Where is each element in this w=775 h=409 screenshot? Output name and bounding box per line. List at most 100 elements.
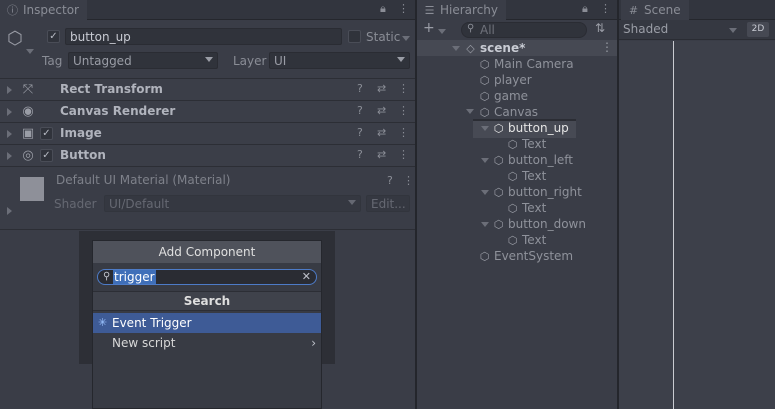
expand-arrow-icon[interactable]	[7, 108, 12, 116]
hierarchy-item-label: Text	[522, 137, 547, 151]
scene-viewport[interactable]	[619, 41, 775, 409]
chevron-down-icon	[397, 57, 405, 62]
kebab-menu-icon[interactable]: ⋮	[398, 2, 409, 15]
kebab-menu-icon[interactable]: ⋮	[600, 2, 611, 15]
scene-tab-label: Scene	[644, 3, 681, 17]
component-enabled-checkbox[interactable]: ✓	[40, 127, 53, 140]
kebab-menu-icon[interactable]: ⋮	[403, 174, 414, 187]
hierarchy-search-input[interactable]: ⚲ All	[461, 22, 587, 38]
create-dropdown-icon[interactable]	[438, 29, 446, 34]
hierarchy-item[interactable]: ⬡ Text	[506, 136, 547, 152]
shader-edit-button[interactable]: Edit...	[366, 195, 410, 212]
component-enabled-checkbox[interactable]: ✓	[40, 149, 53, 162]
eye-icon: ◉	[22, 104, 34, 119]
static-checkbox[interactable]	[348, 30, 361, 43]
tab-hierarchy[interactable]: ☰ Hierarchy	[417, 0, 507, 20]
expand-arrow-icon[interactable]	[452, 46, 460, 51]
kebab-menu-icon[interactable]: ⋮	[398, 148, 409, 161]
component-button[interactable]: ◎ ✓ Button ? ⇄ ⋮	[0, 144, 415, 166]
layer-dropdown[interactable]: UI	[269, 52, 410, 69]
kebab-menu-icon[interactable]: ⋮	[398, 126, 409, 139]
unity-scene-icon: ◇	[466, 41, 475, 55]
gameobject-cube-icon: ⬡	[507, 137, 518, 151]
grid-icon: #	[628, 3, 639, 17]
result-label: New script	[112, 336, 176, 350]
expand-arrow-icon[interactable]	[7, 86, 12, 94]
gameobject-cube-icon: ⬡	[479, 57, 490, 71]
scene-root[interactable]: ◇ scene*	[464, 40, 525, 56]
active-checkbox[interactable]: ✓	[47, 30, 60, 43]
gameobject-cube-icon: ⬡	[479, 249, 490, 263]
hierarchy-item[interactable]: ⬡ Text	[506, 200, 547, 216]
help-icon[interactable]: ?	[357, 104, 363, 117]
expand-arrow-icon[interactable]	[7, 130, 12, 138]
kebab-menu-icon[interactable]: ⋮	[398, 104, 409, 117]
help-icon[interactable]: ?	[387, 174, 393, 187]
help-icon[interactable]: ?	[357, 148, 363, 161]
shader-dropdown[interactable]: UI/Default	[104, 195, 361, 212]
presets-icon[interactable]: ⇄	[377, 126, 386, 139]
tab-scene[interactable]: # Scene	[621, 0, 689, 20]
add-component-button[interactable]: Add Component	[93, 241, 321, 263]
lock-icon[interactable]: 🔒︎	[582, 2, 588, 16]
expand-arrow-icon[interactable]	[481, 222, 489, 227]
component-label: Image	[60, 126, 102, 140]
component-rect-transform[interactable]: ⤧ Rect Transform ? ⇄ ⋮	[0, 78, 415, 100]
object-name-field[interactable]: button_up	[65, 28, 342, 45]
rect-transform-icon: ⤧	[22, 82, 34, 97]
expand-arrow-icon[interactable]	[481, 158, 489, 163]
canvas-bound-line	[673, 41, 674, 409]
help-icon[interactable]: ?	[357, 82, 363, 95]
help-icon[interactable]: ?	[357, 126, 363, 139]
lock-icon[interactable]: 🔒︎	[380, 2, 386, 16]
mode-2d-toggle[interactable]: 2D	[747, 22, 769, 37]
hierarchy-item[interactable]: ⬡ Main Camera	[478, 56, 574, 72]
expand-arrow-icon[interactable]	[481, 190, 489, 195]
presets-icon[interactable]: ⇄	[377, 82, 386, 95]
tag-dropdown[interactable]: Untagged	[68, 52, 218, 69]
expand-arrow-icon[interactable]	[466, 109, 474, 114]
kebab-menu-icon[interactable]: ⋮	[601, 40, 613, 54]
kebab-menu-icon[interactable]: ⋮	[398, 82, 409, 95]
gameobject-cube-icon: ⬡	[493, 185, 504, 199]
hierarchy-item[interactable]: ⬡ Text	[506, 232, 547, 248]
presets-icon[interactable]: ⇄	[377, 104, 386, 117]
expand-arrow-icon[interactable]	[481, 126, 489, 131]
static-dropdown-icon[interactable]	[402, 36, 410, 41]
hierarchy-item[interactable]: ⬡ button_right	[492, 184, 582, 200]
result-new-script[interactable]: New script ›	[93, 333, 321, 353]
shading-mode-dropdown[interactable]: Shaded	[623, 22, 668, 36]
result-event-trigger[interactable]: ✳ Event Trigger	[93, 313, 321, 333]
hierarchy-item[interactable]: ⬡ button_left	[492, 152, 573, 168]
create-plus-icon[interactable]: +	[423, 20, 435, 36]
component-search-input[interactable]: ⚲ trigger ✕	[97, 269, 317, 285]
component-label: Button	[60, 148, 106, 162]
presets-icon[interactable]: ⇄	[377, 148, 386, 161]
hierarchy-item[interactable]: ⬡ button_down	[492, 216, 586, 232]
search-icon: ⚲	[467, 23, 475, 34]
icon-dropdown-icon[interactable]	[26, 49, 34, 54]
tab-inspector[interactable]: ⓘ Inspector	[0, 0, 87, 20]
gameobject-cube-icon: ⬡	[493, 217, 504, 231]
material-preview-swatch	[20, 177, 44, 201]
hierarchy-item[interactable]: ⬡ game	[478, 88, 528, 104]
hierarchy-item-label: game	[494, 89, 529, 103]
tag-value: Untagged	[73, 53, 132, 68]
chevron-down-icon	[348, 200, 356, 205]
hierarchy-item-label: button_down	[508, 217, 586, 231]
hierarchy-item[interactable]: ⬡ EventSystem	[478, 248, 573, 264]
expand-arrow-icon[interactable]	[7, 207, 12, 215]
component-canvas-renderer[interactable]: ◉ Canvas Renderer ? ⇄ ⋮	[0, 100, 415, 122]
component-image[interactable]: ▣ ✓ Image ? ⇄ ⋮	[0, 122, 415, 144]
clear-search-icon[interactable]: ✕	[302, 270, 311, 283]
hierarchy-item-selected[interactable]: ⬡ button_up	[492, 120, 569, 136]
hierarchy-tabbar: ☰ Hierarchy 🔒︎ ⋮	[417, 0, 617, 20]
expand-arrow-icon[interactable]	[7, 152, 12, 160]
hierarchy-item[interactable]: ⬡ Text	[506, 168, 547, 184]
hierarchy-item[interactable]: ⬡ player	[478, 72, 532, 88]
hierarchy-item[interactable]: ⬡ Canvas	[478, 104, 538, 120]
chevron-right-icon: ›	[311, 336, 316, 350]
static-label: Static	[366, 30, 401, 44]
hierarchy-item-label: EventSystem	[494, 249, 574, 263]
sort-icon[interactable]: ⇅	[595, 21, 605, 35]
